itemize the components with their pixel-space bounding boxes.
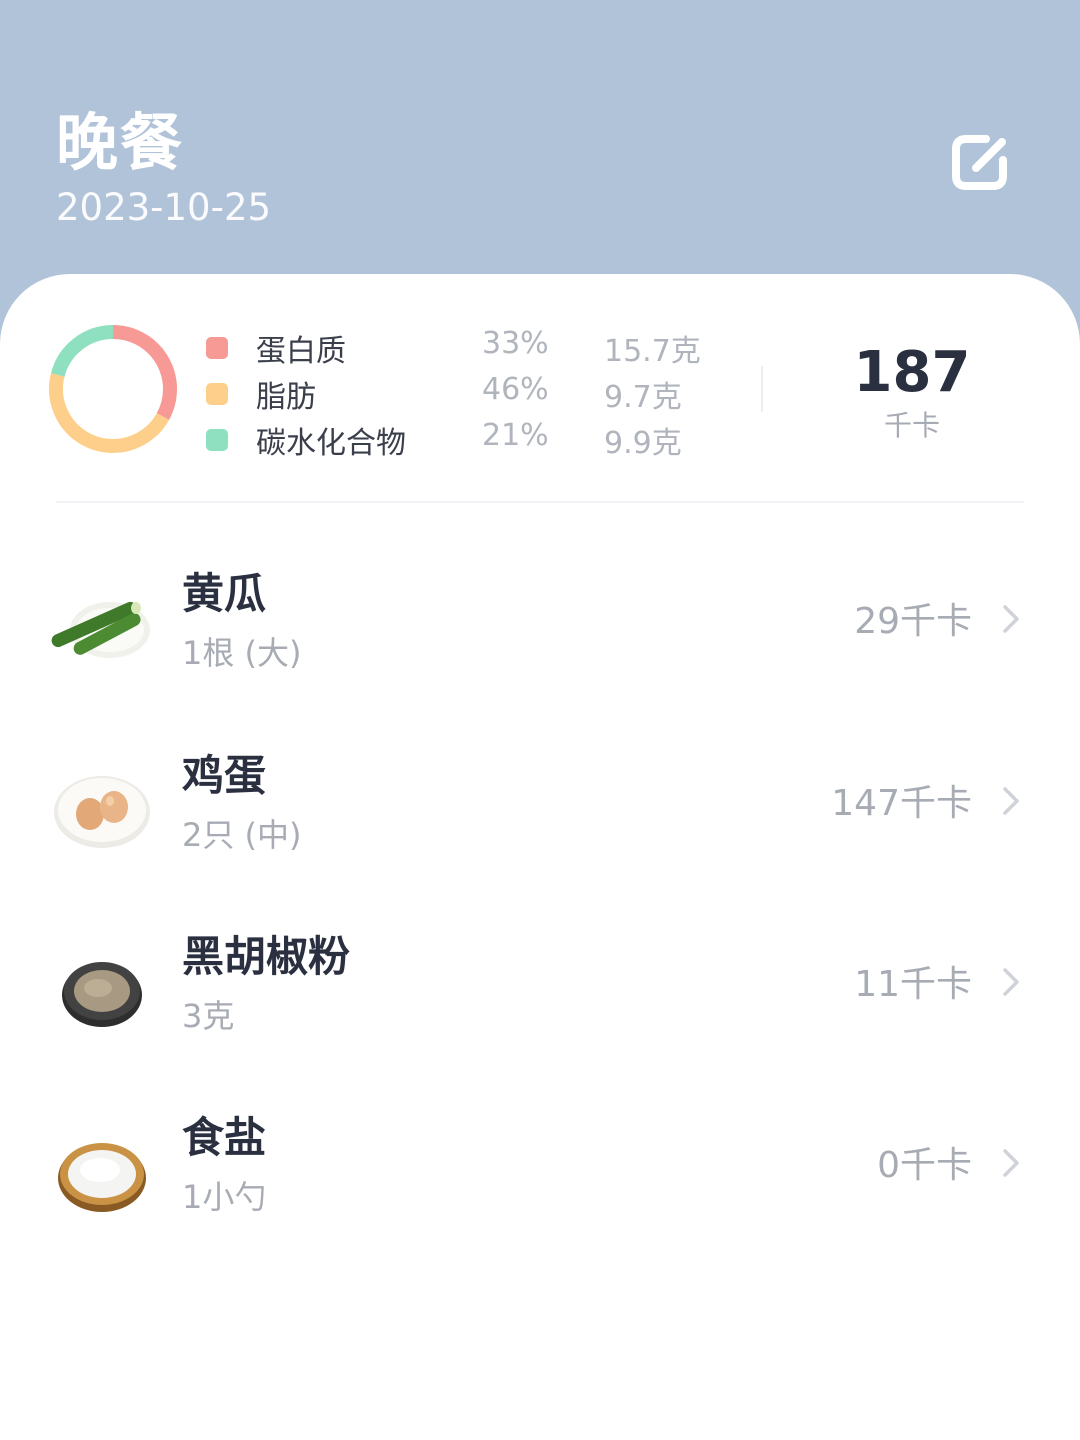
vertical-divider (761, 366, 763, 412)
food-item-salt[interactable]: 食盐 1小勺 0千卡 (0, 1090, 1080, 1270)
fat-color-dot (206, 383, 228, 405)
food-quantity: 1小勺 (182, 1178, 267, 1216)
food-name: 鸡蛋 (182, 751, 267, 800)
food-item-egg[interactable]: 鸡蛋 2只 (中) 147千卡 (0, 728, 1080, 908)
section-divider (56, 501, 1024, 503)
chevron-right-icon (1003, 968, 1019, 996)
salt-icon (58, 1143, 146, 1212)
page-title: 晚餐 (56, 106, 185, 179)
legend-row-carb: 碳水化合物 21% 9.9克 (0, 418, 760, 464)
meal-header: 晚餐 2023-10-25 (0, 0, 1080, 300)
carb-color-dot (206, 429, 228, 451)
food-calories: 11千卡 (854, 964, 972, 1005)
food-item-cucumber[interactable]: 黄瓜 1根 (大) 29千卡 (0, 546, 1080, 726)
legend-row-fat: 脂肪 46% 9.7克 (0, 372, 760, 418)
chevron-right-icon (1003, 787, 1019, 815)
meal-detail-card: 蛋白质 33% 15.7克 脂肪 46% 9.7克 碳水化合物 21% 9.9克… (0, 274, 1080, 1440)
food-name: 黑胡椒粉 (182, 932, 351, 981)
food-calories: 29千卡 (854, 601, 972, 642)
legend-row-protein: 蛋白质 33% 15.7克 (0, 326, 760, 372)
legend-label: 蛋白质 (256, 334, 346, 369)
legend-percent: 33% (482, 326, 549, 361)
legend-percent: 46% (482, 372, 549, 407)
legend-amount: 9.7克 (604, 380, 682, 415)
food-calories: 147千卡 (831, 783, 972, 824)
food-quantity: 2只 (中) (182, 816, 302, 854)
egg-icon (54, 776, 150, 848)
black-pepper-icon (62, 962, 142, 1027)
legend-percent: 21% (482, 418, 549, 453)
protein-color-dot (206, 337, 228, 359)
legend-label: 脂肪 (256, 380, 316, 415)
edit-icon[interactable] (946, 126, 1016, 196)
food-quantity: 1根 (大) (182, 634, 302, 672)
total-calories: 187 (853, 340, 971, 405)
total-calories-unit: 千卡 (883, 409, 940, 442)
food-name: 食盐 (182, 1113, 267, 1162)
legend-amount: 15.7克 (604, 334, 701, 369)
legend-amount: 9.9克 (604, 426, 682, 461)
food-calories: 0千卡 (877, 1145, 972, 1186)
chevron-right-icon (1003, 605, 1019, 633)
nutrition-summary: 蛋白质 33% 15.7克 脂肪 46% 9.7克 碳水化合物 21% 9.9克… (0, 274, 1080, 502)
food-item-black-pepper[interactable]: 黑胡椒粉 3克 11千卡 (0, 909, 1080, 1089)
food-quantity: 3克 (182, 997, 235, 1035)
chevron-right-icon (1003, 1149, 1019, 1177)
legend-label: 碳水化合物 (256, 426, 406, 461)
cucumber-icon (51, 601, 150, 658)
food-name: 黄瓜 (182, 569, 267, 618)
meal-date: 2023-10-25 (56, 186, 272, 229)
